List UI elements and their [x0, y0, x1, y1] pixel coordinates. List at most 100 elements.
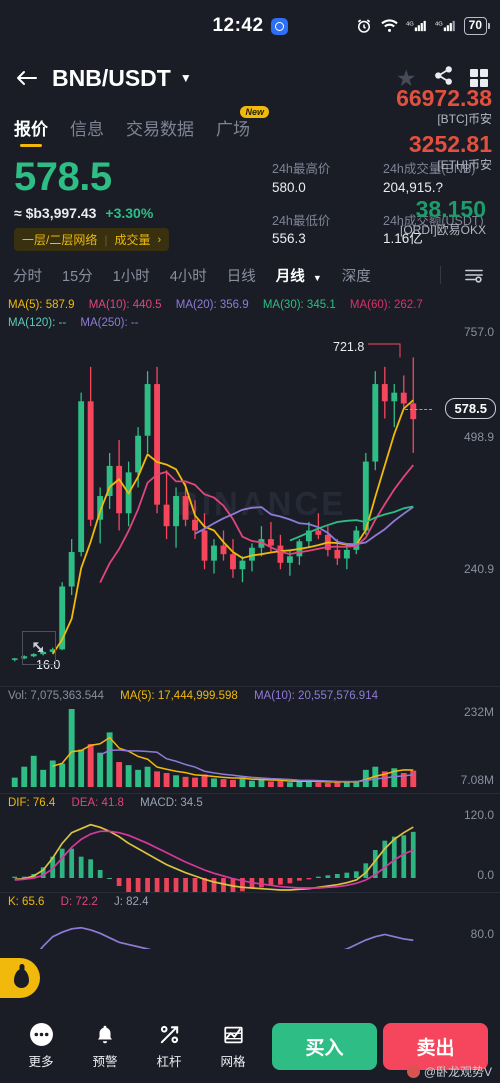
- ma-30: MA(30): 345.1: [262, 299, 336, 311]
- bottom-item-more[interactable]: 更多: [12, 1023, 70, 1070]
- timeframe-1h[interactable]: 1小时: [113, 265, 150, 286]
- share-icon[interactable]: [433, 65, 454, 91]
- weibo-icon: [406, 1065, 420, 1078]
- bottom-item-label: 杠杆: [156, 1054, 182, 1069]
- macd-dea: DEA: 41.8: [71, 796, 124, 809]
- macd-dif: DIF: 76.4: [8, 796, 56, 809]
- last-price: 578.5: [14, 155, 112, 199]
- chevron-right-icon: ›: [157, 233, 162, 246]
- chart-settings-icon[interactable]: [461, 266, 487, 284]
- back-arrow-icon[interactable]: [12, 63, 42, 93]
- timeframe-bar: 分时 15分 1小时 4小时 日线 月线 ▼ 深度: [0, 255, 500, 295]
- ma-legend: MA(5): 587.9 MA(10): 440.5 MA(20): 356.9…: [0, 295, 500, 333]
- timeframe-1mo-label: 月线: [275, 268, 305, 285]
- macd-value: MACD: 34.5: [140, 796, 203, 809]
- chart-area[interactable]: MA(5): 587.9 MA(10): 440.5 MA(20): 356.9…: [0, 295, 500, 949]
- macd-axis-top: 120.0: [463, 807, 494, 822]
- watermark-text: @卧龙观势V: [423, 1065, 492, 1079]
- high-annotation: 721.8: [333, 339, 365, 354]
- timeframe-4h[interactable]: 4小时: [170, 265, 207, 286]
- tab-square[interactable]: 广场 New: [216, 106, 269, 148]
- stat-value: 580.0: [272, 179, 306, 195]
- ma-120: MA(120): --: [8, 316, 67, 329]
- grid-icon[interactable]: [469, 68, 488, 88]
- star-icon[interactable]: ★: [396, 66, 417, 90]
- bottom-item-label: 网格: [220, 1054, 246, 1069]
- volume-ma5: MA(5): 17,444,999.598: [120, 689, 238, 702]
- ma-5: MA(5): 587.9: [8, 299, 75, 311]
- volume-panel[interactable]: 232M 7.08M: [0, 703, 500, 793]
- tag-network: 一层/二层网络: [22, 233, 98, 247]
- stat-key: 24h最低价: [272, 213, 331, 228]
- bottom-item-label: 预警: [92, 1054, 118, 1069]
- svg-text:4G: 4G: [435, 21, 443, 27]
- header: BNB/USDT ▼ ★: [0, 52, 500, 104]
- bottom-item-leverage[interactable]: 杠杆: [140, 1024, 198, 1070]
- svg-text:4G: 4G: [406, 21, 414, 27]
- app-icon: [270, 17, 288, 35]
- kdj-j: J: 82.4: [113, 895, 149, 908]
- buy-button[interactable]: 买入: [272, 1023, 377, 1070]
- chevron-down-icon[interactable]: ▼: [180, 71, 192, 85]
- macd-panel[interactable]: 120.0 0.0: [0, 807, 500, 892]
- ma-60: MA(60): 262.7: [349, 299, 423, 311]
- stat-value: 204,915.?: [383, 179, 444, 195]
- chevron-down-icon: ▼: [312, 272, 322, 283]
- bell-icon: [94, 1024, 116, 1046]
- flame-drop-fab[interactable]: [0, 958, 40, 998]
- stat-volume-quote: 24h成交额(USDT) 1.16亿: [383, 212, 486, 252]
- leverage-icon: [158, 1024, 181, 1046]
- bottom-action-bar: 更多 预警 杠杆 网格 买入 卖出 @卧龙观势V: [0, 1010, 500, 1083]
- market-stats: 24h最高价 580.0 24h成交量(BNB) 204,915.? 24h最低…: [272, 156, 486, 251]
- timeframe-1d[interactable]: 日线: [227, 265, 256, 286]
- status-time: 12:42: [212, 15, 264, 36]
- status-bar: 12:42 4G 4G 70: [0, 0, 500, 52]
- alarm-icon: [355, 17, 373, 35]
- bottom-item-grid[interactable]: 网格: [204, 1024, 262, 1070]
- battery-level: 70: [463, 17, 487, 35]
- kdj-axis: 80.0: [470, 926, 494, 941]
- divider: [440, 266, 441, 284]
- more-dots-icon: [29, 1023, 54, 1046]
- macd-axis-bottom: 0.0: [477, 867, 494, 882]
- ma-20: MA(20): 356.9: [175, 299, 249, 311]
- stat-volume-base: 24h成交量(BNB) 204,915.?: [383, 160, 486, 200]
- price-axis-mid: 498.9: [463, 429, 494, 444]
- flame-drop-icon: [14, 968, 29, 988]
- stat-value: 1.16亿: [383, 231, 423, 247]
- bottom-item-alert[interactable]: 预警: [76, 1024, 134, 1070]
- tab-quotes[interactable]: 报价: [14, 115, 48, 148]
- kdj-k: K: 65.6: [8, 895, 45, 908]
- stat-value: 556.3: [272, 231, 306, 247]
- timeframe-15m[interactable]: 15分: [62, 265, 93, 286]
- timeframe-depth[interactable]: 深度: [342, 265, 371, 286]
- stat-key: 24h最高价: [272, 162, 331, 176]
- grid-chart-icon: [222, 1024, 245, 1046]
- page-title[interactable]: BNB/USDT: [52, 65, 171, 92]
- volume-value: Vol: 7,075,363.544: [8, 689, 104, 702]
- stat-high: 24h最高价 580.0: [272, 160, 375, 200]
- tag-row[interactable]: 一层/二层网络 | 成交量 ›: [14, 228, 170, 251]
- wifi-icon: [380, 18, 399, 34]
- tag-divider: |: [104, 232, 108, 247]
- volume-axis-top: 232M: [463, 704, 494, 719]
- ma-10: MA(10): 440.5: [88, 299, 162, 311]
- tab-info[interactable]: 信息: [70, 115, 104, 148]
- tag-volume: 成交量: [114, 233, 151, 247]
- chart-drag-handle[interactable]: [22, 630, 56, 665]
- timeframe-1m[interactable]: 分时: [13, 265, 42, 286]
- price-block: 578.5 ≈ $b3,997.43 +3.30% 一层/二层网络 | 成交量 …: [0, 148, 500, 255]
- kdj-panel[interactable]: 80.0: [0, 909, 500, 949]
- kdj-legend: K: 65.6 D: 72.2 J: 82.4: [0, 893, 500, 909]
- tab-trade-data[interactable]: 交易数据: [126, 115, 194, 148]
- battery-icon: 70: [463, 17, 490, 35]
- stat-key: 24h成交额(USDT): [383, 213, 484, 228]
- volume-axis-bottom: 7.08M: [460, 772, 494, 787]
- candlestick-panel[interactable]: BINANCE 757.0 498.9 240.9 578.5 721.8 16…: [0, 325, 500, 686]
- price-axis-top: 757.0: [463, 324, 494, 339]
- price-axis-low: 240.9: [463, 561, 494, 576]
- current-price-badge: 578.5: [445, 397, 496, 419]
- timeframe-1mo[interactable]: 月线 ▼: [276, 265, 322, 286]
- nav-tabs: 报价 信息 交易数据 广场 New: [0, 104, 500, 148]
- new-badge: New: [240, 106, 269, 118]
